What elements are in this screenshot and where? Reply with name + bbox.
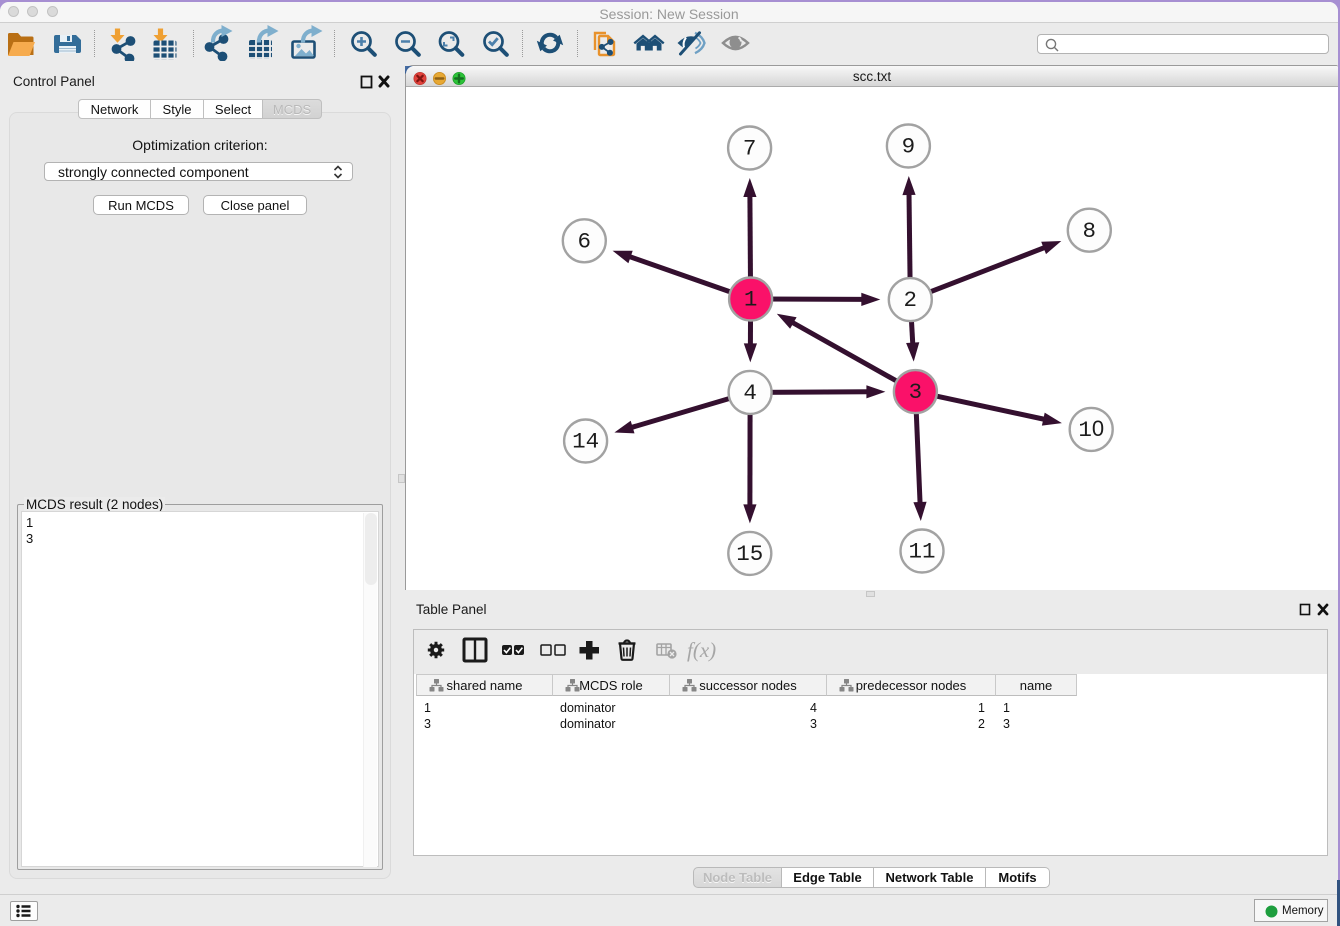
svg-text:8: 8 — [1083, 218, 1097, 244]
svg-text:11: 11 — [908, 539, 935, 565]
svg-text:6: 6 — [578, 228, 592, 254]
svg-text:7: 7 — [743, 136, 757, 162]
svg-text:f(x): f(x) — [687, 638, 716, 662]
svg-text:1: 1 — [744, 287, 758, 313]
svg-text:3: 3 — [909, 379, 923, 405]
svg-text:10: 10 — [1078, 416, 1104, 443]
svg-text:4: 4 — [743, 380, 757, 406]
svg-text:14: 14 — [572, 429, 599, 455]
svg-text:15: 15 — [736, 541, 763, 567]
svg-text:9: 9 — [902, 134, 916, 160]
svg-text:2: 2 — [904, 287, 918, 313]
